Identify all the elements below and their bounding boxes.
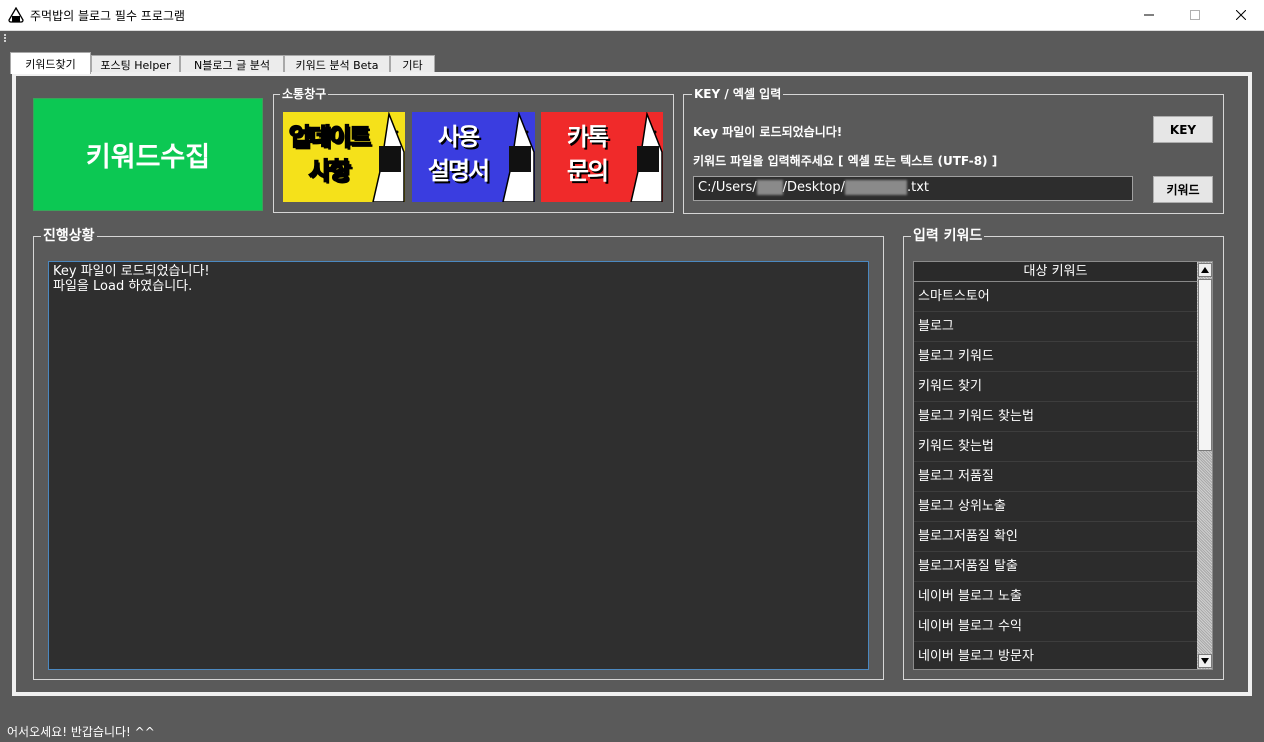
close-icon — [1236, 10, 1246, 20]
log-line: Key 파일이 로드되었습니다! — [53, 264, 210, 279]
keyword-row[interactable]: 키워드 찾기 — [914, 372, 1197, 402]
keyword-file-button[interactable]: 키워드 — [1153, 176, 1213, 203]
tab-keyword-search[interactable]: 키워드찾기 — [10, 52, 91, 74]
user-manual-label-2: 설명서 — [427, 157, 490, 185]
update-notes-label-1: 업데이트 — [288, 122, 372, 152]
maximize-icon — [1190, 10, 1200, 20]
keyword-list-header[interactable]: 대상 키워드 — [914, 262, 1197, 282]
keyword-row[interactable]: 스마트스토어 — [914, 282, 1197, 312]
kakaotalk-inquiry-label-1: 카톡 — [566, 123, 609, 151]
update-notes-label-2: 사항 — [308, 156, 352, 186]
key-status-label: Key 파일이 로드되었습니다! — [693, 125, 843, 139]
maximize-button[interactable] — [1172, 0, 1218, 30]
triangle-down-icon — [1201, 658, 1209, 664]
file-prompt-label: 키워드 파일을 입력해주세요 [ 엑셀 또는 텍스트 (UTF-8) ] — [693, 154, 998, 168]
keyword-row[interactable]: 네이버 블로그 수익 — [914, 612, 1197, 642]
tab-keyword-analysis-beta[interactable]: 키워드 분석 Beta — [284, 55, 390, 73]
file-path-field[interactable]: C:/Users/ /Desktop/ .txt — [693, 176, 1133, 201]
toolbar-grip-icon — [4, 34, 6, 42]
onigiri-mascot-icon — [502, 112, 535, 202]
triangle-up-icon — [1201, 267, 1209, 273]
onigiri-icon — [8, 7, 24, 23]
update-notes-banner[interactable]: 업데이트 사항 — [283, 112, 405, 202]
keyword-row[interactable]: 블로그 — [914, 312, 1197, 342]
redacted-filename — [845, 180, 907, 195]
progress-title: 진행상황 — [41, 226, 97, 246]
keyword-list[interactable]: 대상 키워드 스마트스토어 블로그 블로그 키워드 키워드 찾기 블로그 키워드… — [913, 261, 1213, 670]
keyword-list-scrollbar[interactable] — [1197, 262, 1212, 669]
tab-etc[interactable]: 기타 — [390, 55, 435, 73]
keyword-row[interactable]: 키워드 찾는법 — [914, 432, 1197, 462]
key-excel-title: KEY / 엑셀 입력 — [692, 86, 784, 102]
minimize-icon — [1144, 14, 1154, 16]
path-middle: /Desktop/ — [782, 180, 845, 195]
path-prefix: C:/Users/ — [698, 180, 757, 195]
input-keywords-title: 입력 키워드 — [911, 226, 985, 246]
keyword-row[interactable]: 블로그 상위노출 — [914, 492, 1197, 522]
keyword-row[interactable]: 블로그 저품질 — [914, 462, 1197, 492]
scroll-down-button[interactable] — [1198, 654, 1212, 668]
keyword-row[interactable]: 블로그 키워드 찾는법 — [914, 402, 1197, 432]
keyword-row[interactable]: 블로그저품질 탈출 — [914, 552, 1197, 582]
window-title: 주먹밥의 블로그 필수 프로그램 — [30, 9, 185, 23]
close-button[interactable] — [1218, 0, 1264, 30]
path-suffix: .txt — [907, 180, 930, 195]
status-text: 어서오세요! 반갑습니다! ^^ — [7, 725, 155, 739]
tab-posting-helper[interactable]: 포스팅 Helper — [91, 55, 180, 73]
communication-title: 소통창구 — [280, 86, 329, 102]
scroll-thumb[interactable] — [1198, 279, 1212, 451]
keyword-row[interactable]: 블로그저품질 확인 — [914, 522, 1197, 552]
minimize-button[interactable] — [1126, 0, 1172, 30]
user-manual-banner[interactable]: 사용 설명서 — [412, 112, 535, 202]
scroll-up-button[interactable] — [1198, 263, 1212, 277]
user-manual-label-1: 사용 — [437, 123, 480, 151]
keyword-row[interactable]: 네이버 블로그 노출 — [914, 582, 1197, 612]
kakaotalk-inquiry-label-2: 문의 — [566, 157, 609, 185]
collect-keywords-button[interactable]: 키워드수집 — [33, 98, 263, 211]
kakaotalk-inquiry-banner[interactable]: 카톡 문의 — [541, 112, 663, 202]
keyword-row[interactable]: 네이버 블로그 방문자 — [914, 642, 1197, 669]
keyword-rows: 스마트스토어 블로그 블로그 키워드 키워드 찾기 블로그 키워드 찾는법 키워… — [914, 282, 1197, 669]
progress-log[interactable]: Key 파일이 로드되었습니다! 파일을 Load 하였습니다. — [48, 261, 869, 670]
keyword-row[interactable]: 블로그 키워드 — [914, 342, 1197, 372]
onigiri-mascot-icon — [372, 112, 405, 202]
key-button[interactable]: KEY — [1153, 116, 1213, 143]
log-line: 파일을 Load 하였습니다. — [53, 279, 193, 294]
onigiri-mascot-icon — [630, 112, 663, 202]
tab-nblog-analysis[interactable]: N블로그 글 분석 — [180, 55, 284, 73]
redacted-username — [756, 180, 783, 195]
title-bar: 주먹밥의 블로그 필수 프로그램 — [0, 0, 1264, 31]
